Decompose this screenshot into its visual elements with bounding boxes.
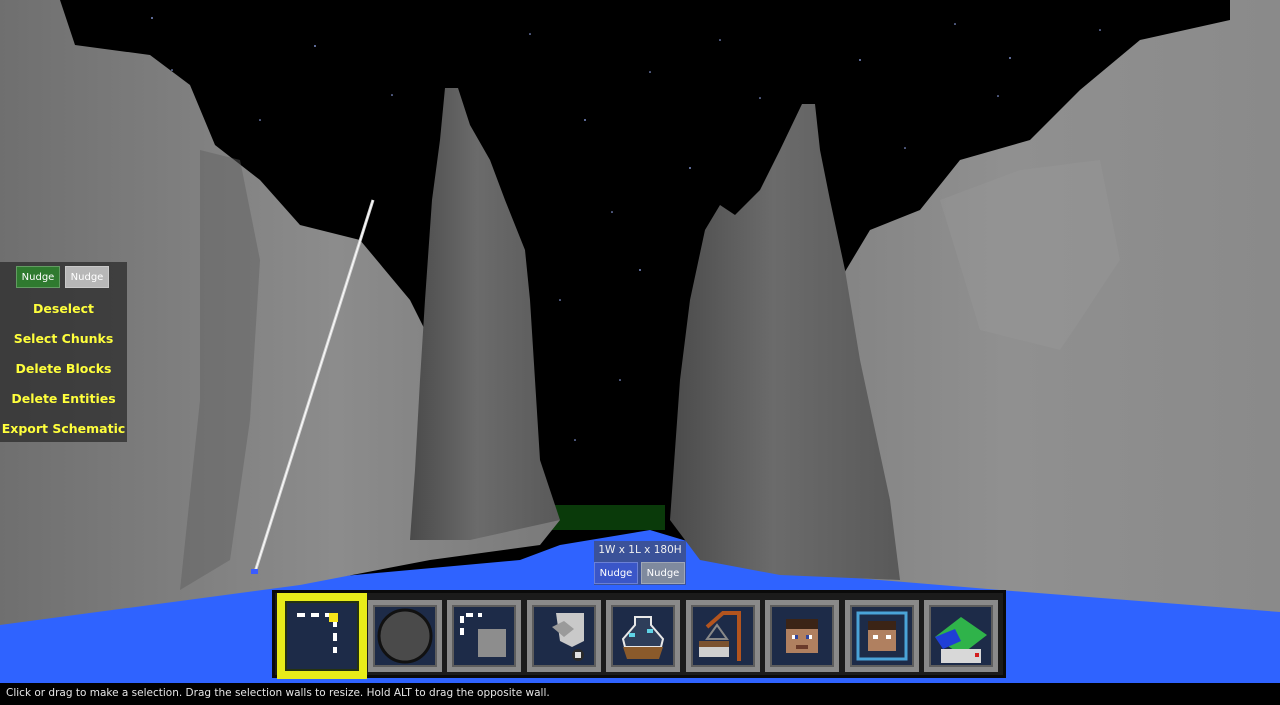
export-schematic-button[interactable]: Export Schematic	[0, 421, 127, 436]
world-map-icon	[929, 605, 993, 667]
hotbar-slot-map[interactable]	[924, 600, 998, 672]
hotbar-slot-player[interactable]	[765, 600, 839, 672]
nudge-left-button[interactable]: Nudge	[16, 266, 60, 288]
select-tool-icon	[285, 601, 359, 671]
distant-grass	[545, 505, 665, 530]
filter-tool-icon	[611, 605, 675, 667]
nudge-right-button[interactable]: Nudge	[65, 266, 109, 288]
player-head-icon	[770, 605, 834, 667]
tool-hotbar	[272, 590, 1006, 679]
select-chunks-button[interactable]: Select Chunks	[0, 331, 127, 346]
hotbar-slot-clone[interactable]	[447, 600, 521, 672]
hotbar-slot-filter[interactable]	[606, 600, 680, 672]
selection-tool-panel: Nudge Nudge Deselect Select Chunks Delet…	[0, 262, 127, 442]
selection-size-overlay: 1W x 1L x 180H Nudge Nudge	[594, 541, 686, 585]
clone-tool-icon	[452, 605, 516, 667]
crane-tool-icon	[691, 605, 755, 667]
hotbar-slot-brush[interactable]	[368, 600, 442, 672]
selection-marker[interactable]	[251, 569, 258, 574]
delete-blocks-button[interactable]: Delete Blocks	[0, 361, 127, 376]
player-spawn-icon	[850, 605, 914, 667]
selection-size-label: 1W x 1L x 180H	[598, 544, 682, 556]
delete-entities-button[interactable]: Delete Entities	[0, 391, 127, 406]
deselect-button[interactable]: Deselect	[0, 301, 127, 316]
hotbar-slot-spawn[interactable]	[845, 600, 919, 672]
selection-nudge-right-button[interactable]: Nudge	[641, 562, 685, 584]
fill-tool-icon	[532, 605, 596, 667]
hotbar-slot-fill[interactable]	[527, 600, 601, 672]
selection-nudge-left-button[interactable]: Nudge	[594, 562, 638, 584]
status-bar: Click or drag to make a selection. Drag …	[0, 683, 1280, 705]
status-hint: Click or drag to make a selection. Drag …	[6, 687, 550, 699]
brush-tool-icon	[373, 605, 437, 667]
hotbar-slot-select[interactable]	[277, 593, 367, 679]
hotbar-slot-crane[interactable]	[686, 600, 760, 672]
